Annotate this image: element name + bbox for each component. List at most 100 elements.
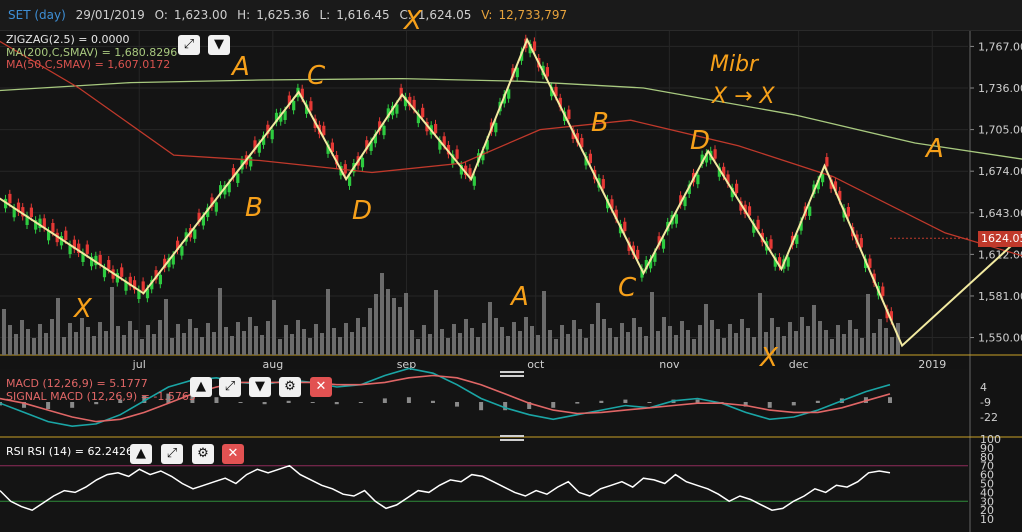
move-up-icon[interactable]: ▲ bbox=[130, 444, 152, 464]
volume-bar bbox=[842, 334, 846, 355]
volume-bar bbox=[80, 318, 84, 355]
volume-bar bbox=[278, 339, 282, 355]
volume-bar bbox=[260, 335, 264, 355]
volume-bar bbox=[830, 339, 834, 355]
macd-histogram-bar bbox=[430, 400, 435, 403]
volume-bar bbox=[428, 334, 432, 355]
volume-bar bbox=[338, 337, 342, 355]
candlestick bbox=[180, 246, 184, 256]
low-value: 1,616.45 bbox=[336, 8, 390, 22]
volume-bar bbox=[236, 322, 240, 355]
candlestick bbox=[382, 125, 386, 136]
close-icon[interactable]: ✕ bbox=[222, 444, 244, 464]
volume-bar bbox=[332, 328, 336, 355]
volume-bar bbox=[122, 335, 126, 355]
volume-bar bbox=[674, 335, 678, 355]
volume-label: V: bbox=[481, 8, 493, 22]
volume-bar bbox=[356, 318, 360, 355]
candlestick bbox=[455, 149, 459, 159]
volume-bar bbox=[86, 327, 90, 355]
y-tick-label: 1,643.00 bbox=[978, 207, 1022, 220]
gear-icon[interactable]: ⚙ bbox=[279, 377, 301, 397]
move-up-icon[interactable]: ▲ bbox=[190, 377, 212, 397]
volume-bar bbox=[104, 331, 108, 355]
volume-bar bbox=[524, 317, 528, 355]
candlestick bbox=[434, 123, 438, 134]
expand-icon[interactable]: ⤢ bbox=[219, 377, 241, 397]
volume-bar bbox=[572, 320, 576, 355]
last-price-tag: 1624.05 bbox=[978, 231, 1022, 247]
candlestick bbox=[322, 125, 326, 136]
candlestick bbox=[309, 101, 313, 111]
volume-bar bbox=[548, 330, 552, 355]
volume-bar bbox=[8, 325, 12, 355]
x-tick-label: nov bbox=[659, 358, 680, 371]
volume-bar bbox=[152, 334, 156, 355]
gear-icon[interactable]: ⚙ bbox=[192, 444, 214, 464]
volume-bar bbox=[368, 308, 372, 355]
volume-bar bbox=[650, 292, 654, 355]
candlestick bbox=[756, 219, 760, 230]
macd-y-tick-label: -9 bbox=[980, 396, 991, 409]
move-down-icon[interactable]: ▼ bbox=[249, 377, 271, 397]
volume-bar bbox=[764, 332, 768, 355]
close-icon[interactable]: ✕ bbox=[310, 377, 332, 397]
macd-histogram-bar bbox=[238, 402, 243, 403]
price-panel-bg bbox=[0, 31, 968, 355]
y-tick-label: 1,767.00 bbox=[978, 40, 1022, 53]
volume-bar bbox=[836, 325, 840, 355]
volume-bar bbox=[860, 338, 864, 355]
x-tick-label: 2019 bbox=[918, 358, 946, 371]
x-tick-label: dec bbox=[789, 358, 809, 371]
macd-histogram-bar bbox=[358, 402, 363, 403]
volume-bar bbox=[662, 317, 666, 355]
volume-bar bbox=[704, 304, 708, 355]
volume-bar bbox=[158, 320, 162, 355]
volume-bar bbox=[668, 326, 672, 355]
candlestick bbox=[696, 174, 700, 185]
macd-histogram-bar bbox=[767, 402, 772, 408]
volume-bar bbox=[416, 339, 420, 355]
candlestick bbox=[846, 206, 850, 217]
move-down-icon[interactable]: ▼ bbox=[208, 35, 230, 55]
macd-histogram-bar bbox=[791, 402, 796, 406]
volume-bar bbox=[404, 293, 408, 355]
candlestick bbox=[808, 206, 812, 216]
volume-bar bbox=[398, 307, 402, 355]
volume-bar bbox=[590, 324, 594, 355]
volume-bar bbox=[182, 333, 186, 355]
macd-y-tick-label: -22 bbox=[980, 411, 998, 424]
volume-bar bbox=[140, 339, 144, 355]
volume-bar bbox=[770, 318, 774, 355]
candlestick bbox=[601, 179, 605, 189]
volume-bar bbox=[734, 333, 738, 355]
high-value: 1,625.36 bbox=[256, 8, 310, 22]
candlestick bbox=[120, 267, 124, 277]
candlestick bbox=[214, 202, 218, 212]
candlestick bbox=[249, 157, 253, 167]
volume-bar bbox=[848, 320, 852, 355]
volume-bar bbox=[134, 330, 138, 355]
volume-bar bbox=[446, 338, 450, 355]
x-tick-label: oct bbox=[527, 358, 545, 371]
volume-bar bbox=[692, 339, 696, 355]
volume-bar bbox=[224, 327, 228, 355]
volume-bar bbox=[560, 325, 564, 355]
symbol-label[interactable]: SET (day) bbox=[8, 8, 66, 22]
macd-histogram-bar bbox=[647, 402, 652, 403]
volume-bar bbox=[302, 329, 306, 355]
volume-bar bbox=[458, 333, 462, 355]
macd-histogram-bar bbox=[214, 397, 219, 403]
expand-icon[interactable]: ⤢ bbox=[178, 35, 200, 55]
candlestick bbox=[588, 153, 592, 164]
volume-bar bbox=[392, 298, 396, 355]
volume-bar bbox=[740, 319, 744, 355]
macd-legend-label: MACD (12,26,9) = 5.1777 bbox=[6, 377, 148, 390]
expand-icon[interactable]: ⤢ bbox=[161, 444, 183, 464]
volume-bar bbox=[68, 323, 72, 355]
volume-bar bbox=[56, 298, 60, 355]
candlestick bbox=[735, 183, 739, 194]
volume-bar bbox=[632, 318, 636, 355]
low-label: L: bbox=[319, 8, 331, 22]
volume-bar bbox=[440, 329, 444, 355]
